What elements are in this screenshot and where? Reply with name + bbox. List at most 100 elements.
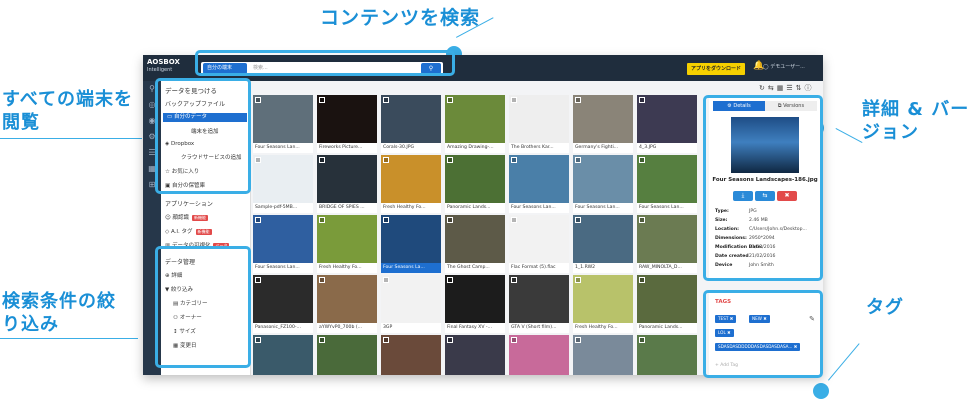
info-icon[interactable]: ⓘ [805, 84, 815, 92]
select-checkbox[interactable] [511, 157, 517, 163]
select-checkbox[interactable] [511, 337, 517, 343]
file-tile[interactable]: Sample-pdf-5MB... [253, 155, 313, 213]
select-checkbox[interactable] [511, 277, 517, 283]
file-tile[interactable]: 3GP [381, 275, 441, 333]
file-thumbnail [573, 275, 633, 323]
select-checkbox[interactable] [575, 217, 581, 223]
file-tile[interactable]: The Brothers Kar... [509, 95, 569, 153]
select-checkbox[interactable] [639, 277, 645, 283]
select-checkbox[interactable] [383, 97, 389, 103]
user-menu[interactable]: ◯ デモユーザー... [763, 63, 805, 70]
file-tile[interactable]: Fresh Healthy Fo... [381, 155, 441, 213]
select-checkbox[interactable] [639, 217, 645, 223]
file-caption: Four Seasons Lan... [509, 203, 569, 213]
file-tile[interactable]: Amazing Drawing-... [445, 95, 505, 153]
file-tile[interactable] [637, 335, 697, 375]
file-caption: GTA V (Short film)... [509, 323, 569, 333]
file-caption: Fresh Healthy Fo... [381, 203, 441, 213]
highlight-details [703, 95, 823, 281]
select-checkbox[interactable] [447, 97, 453, 103]
select-checkbox[interactable] [447, 217, 453, 223]
file-tile[interactable]: BRIDGE OF SPIES ... [317, 155, 377, 213]
select-checkbox[interactable] [319, 277, 325, 283]
file-thumbnail [573, 215, 633, 263]
select-checkbox[interactable] [575, 337, 581, 343]
file-tile[interactable]: The Ghost Camp... [445, 215, 505, 273]
download-app-button[interactable]: アプリをダウンロード [687, 63, 745, 75]
file-thumbnail [381, 155, 441, 203]
ai-tags-item[interactable]: ◇ A.I. タグ 新機能 [165, 227, 212, 235]
select-checkbox[interactable] [319, 97, 325, 103]
file-thumbnail [381, 275, 441, 323]
select-checkbox[interactable] [255, 217, 261, 223]
select-checkbox[interactable] [255, 277, 261, 283]
select-checkbox[interactable] [575, 97, 581, 103]
file-tile[interactable]: Four Seasons Lan... [509, 155, 569, 213]
file-tile[interactable] [317, 335, 377, 375]
select-checkbox[interactable] [255, 157, 261, 163]
file-tile[interactable]: Flac Format (5).flac [509, 215, 569, 273]
leader-devices [0, 138, 142, 139]
file-tile[interactable]: Four Seasons Lan... [573, 155, 633, 213]
file-tile[interactable] [445, 335, 505, 375]
select-checkbox[interactable] [319, 157, 325, 163]
file-thumbnail [317, 335, 377, 375]
file-thumbnail [445, 95, 505, 143]
select-checkbox[interactable] [383, 157, 389, 163]
file-tile[interactable]: Fresh Healthy Fo... [573, 275, 633, 333]
file-tile[interactable]: 1_1.RW2 [573, 215, 633, 273]
face-recognition-item[interactable]: ☺ 顔認識 新機能 [165, 213, 208, 221]
file-tile[interactable]: Corals-30.JPG [381, 95, 441, 153]
file-tile[interactable] [381, 335, 441, 375]
file-tile[interactable]: Four Seasons Lan... [253, 215, 313, 273]
file-tile[interactable]: aYWYvP0_700b (... [317, 275, 377, 333]
file-tile[interactable]: GTA V (Short film)... [509, 275, 569, 333]
grid-view-icon[interactable]: ▦ [777, 84, 787, 92]
select-checkbox[interactable] [575, 277, 581, 283]
select-checkbox[interactable] [447, 277, 453, 283]
file-caption: The Brothers Kar... [509, 143, 569, 153]
select-checkbox[interactable] [319, 217, 325, 223]
file-caption: Fresh Healthy Fo... [573, 323, 633, 333]
file-tile[interactable] [509, 335, 569, 375]
select-checkbox[interactable] [319, 337, 325, 343]
select-checkbox[interactable] [383, 217, 389, 223]
list-view-icon[interactable]: ☰ [786, 84, 795, 92]
file-tile[interactable]: Panoramic Lands... [445, 155, 505, 213]
file-tile[interactable]: Panoramic Lands... [637, 275, 697, 333]
file-tile[interactable]: Fresh Healthy Fo... [317, 215, 377, 273]
refresh-icon[interactable]: ↻ [759, 84, 768, 92]
file-tile[interactable]: Final Fantasy XV -... [445, 275, 505, 333]
select-checkbox[interactable] [639, 97, 645, 103]
select-checkbox[interactable] [639, 157, 645, 163]
select-checkbox[interactable] [447, 337, 453, 343]
file-tile[interactable]: Panasonic_FZ100-... [253, 275, 313, 333]
file-thumbnail [253, 95, 313, 143]
select-checkbox[interactable] [639, 337, 645, 343]
select-checkbox[interactable] [575, 157, 581, 163]
file-tile[interactable]: 4_3.JPG [637, 95, 697, 153]
file-tile[interactable]: Four Seasons Lan... [253, 95, 313, 153]
file-tile[interactable]: RAW_MINOLTA_D... [637, 215, 697, 273]
file-caption: Corals-30.JPG [381, 143, 441, 153]
select-checkbox[interactable] [255, 97, 261, 103]
share-icon[interactable]: ⇆ [768, 84, 777, 92]
file-thumbnail [573, 95, 633, 143]
sort-icon[interactable]: ⇅ [796, 84, 805, 92]
select-checkbox[interactable] [511, 97, 517, 103]
file-tile[interactable]: Four Seasons Lan... [637, 155, 697, 213]
select-checkbox[interactable] [383, 337, 389, 343]
select-checkbox[interactable] [255, 337, 261, 343]
file-tile[interactable]: Germany's Fighti... [573, 95, 633, 153]
select-checkbox[interactable] [447, 157, 453, 163]
file-tile[interactable]: Four Seasons La... [381, 215, 441, 273]
file-tile[interactable]: Fireworks Picture... [317, 95, 377, 153]
select-checkbox[interactable] [511, 217, 517, 223]
file-tile[interactable] [253, 335, 313, 375]
highlight-filter [155, 246, 251, 368]
callout-devices: すべての端末を閲覧 [2, 89, 134, 133]
file-tile[interactable] [573, 335, 633, 375]
file-thumbnail [445, 335, 505, 375]
leader-details [835, 128, 863, 143]
select-checkbox[interactable] [383, 277, 389, 283]
